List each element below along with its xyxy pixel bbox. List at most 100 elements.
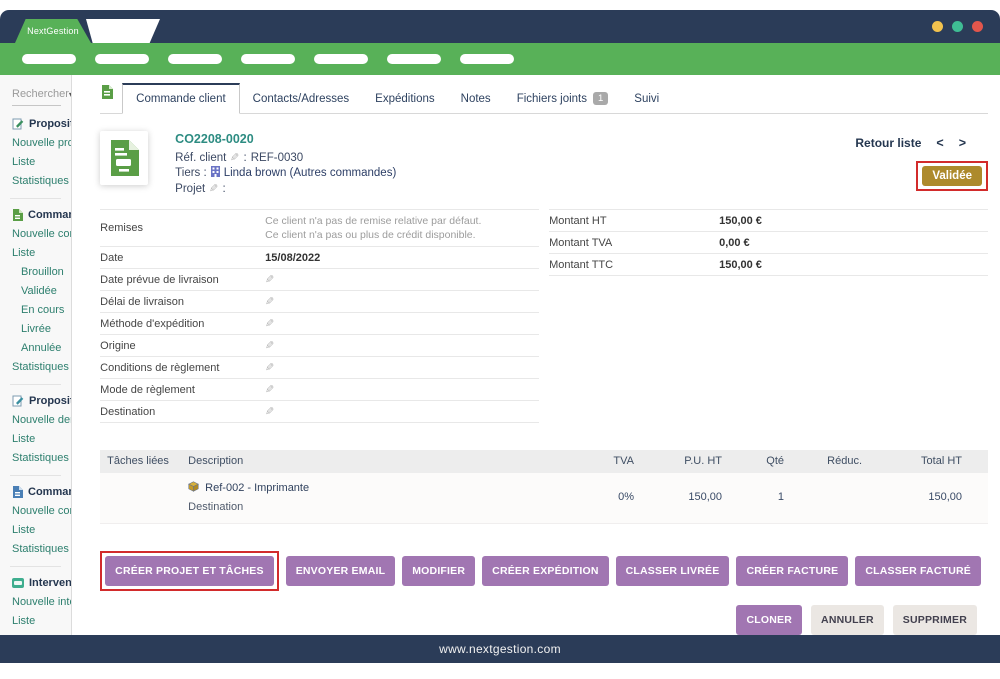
- sidebar-section-commandes[interactable]: Commandes: [0, 199, 71, 225]
- close-dot[interactable]: [972, 21, 983, 32]
- tab-bar: Commande client Contacts/Adresses Expédi…: [100, 75, 988, 114]
- sidebar-item[interactable]: Liste: [0, 244, 71, 263]
- remises-hint: Ce client n'a pas de remise relative par…: [265, 214, 481, 242]
- top-bar: NextGestion: [0, 10, 1000, 43]
- montant-ht-value: 150,00 €: [719, 215, 762, 227]
- supprimer-button[interactable]: SUPPRIMER: [893, 605, 977, 635]
- menu-item-pill[interactable]: [460, 54, 514, 64]
- list-navigation: Retour liste < >: [855, 136, 966, 150]
- edit-icon[interactable]: ✎: [265, 339, 274, 352]
- modifier-button[interactable]: MODIFIER: [402, 556, 475, 586]
- maximize-dot[interactable]: [952, 21, 963, 32]
- sidebar-item[interactable]: Nouvelle commande: [0, 225, 71, 244]
- tab-fichiers-joints[interactable]: Fichiers joints 1: [504, 84, 622, 113]
- sidebar-item[interactable]: Statistiques: [0, 358, 71, 377]
- amount-row: Montant TTC 150,00 €: [549, 254, 988, 276]
- annuler-button[interactable]: ANNULER: [811, 605, 884, 635]
- sidebar-item[interactable]: Liste: [0, 612, 71, 631]
- sidebar-item[interactable]: Brouillon: [0, 263, 71, 282]
- amount-row: Montant TVA 0,00 €: [549, 232, 988, 254]
- logo-tab[interactable]: NextGestion: [15, 19, 91, 43]
- retour-liste-link[interactable]: Retour liste: [855, 136, 921, 150]
- creer-facture-button[interactable]: CRÉER FACTURE: [736, 556, 848, 586]
- tab-contacts-adresses[interactable]: Contacts/Adresses: [240, 85, 363, 113]
- product-link[interactable]: Ref-002 - Imprimante: [188, 481, 572, 495]
- secondary-nav-tab[interactable]: [86, 19, 160, 43]
- footer-url[interactable]: www.nextgestion.com: [439, 642, 561, 656]
- sidebar-item[interactable]: Statistiques: [0, 172, 71, 191]
- amount-row: Montant HT 150,00 €: [549, 210, 988, 232]
- minimize-dot[interactable]: [932, 21, 943, 32]
- tab-expeditions[interactable]: Expéditions: [362, 85, 447, 113]
- tab-commande-client[interactable]: Commande client: [122, 83, 239, 114]
- sidebar-item[interactable]: Statistiques: [0, 540, 71, 559]
- edit-icon[interactable]: ✎: [265, 317, 274, 330]
- sidebar-item[interactable]: En cours: [0, 301, 71, 320]
- edit-icon[interactable]: ✎: [265, 405, 274, 418]
- classer-facture-button[interactable]: CLASSER FACTURÉ: [855, 556, 981, 586]
- sidebar-item[interactable]: Nouvelle intervention: [0, 593, 71, 612]
- order-details: Remises Ce client n'a pas de remise rela…: [100, 209, 988, 423]
- field-row-editable: Origine ✎: [100, 335, 539, 357]
- logo-text: NextGestion: [27, 26, 79, 36]
- edit-icon[interactable]: ✎: [265, 273, 274, 286]
- search-placeholder: Rechercher: [12, 88, 69, 100]
- field-row-editable: Destination ✎: [100, 401, 539, 423]
- previous-record-icon[interactable]: <: [936, 136, 943, 150]
- sidebar-item[interactable]: Livrée: [0, 320, 71, 339]
- tab-suivi[interactable]: Suivi: [621, 85, 672, 113]
- sidebar-section-propositions[interactable]: Propositions comme...: [0, 108, 71, 134]
- menu-item-pill[interactable]: [387, 54, 441, 64]
- montant-ttc-value: 150,00 €: [719, 259, 762, 271]
- third-party-link[interactable]: Linda brown (Autres commandes): [224, 167, 397, 179]
- montant-tva-value: 0,00 €: [719, 237, 750, 249]
- sidebar-item[interactable]: Nouvelle demande de prix: [0, 411, 71, 430]
- sidebar-section-commandes-fournisseurs[interactable]: Commandes fournis...: [0, 476, 71, 502]
- table-header: Tâches liées Description TVA P.U. HT Qté…: [100, 450, 988, 473]
- sidebar-section-interventions[interactable]: Interventions: [0, 567, 71, 593]
- next-record-icon[interactable]: >: [959, 136, 966, 150]
- edit-icon[interactable]: ✎: [265, 383, 274, 396]
- classer-livree-button[interactable]: CLASSER LIVRÉE: [616, 556, 730, 586]
- left-sidebar: Rechercher ▾ Propositions comme... Nouve…: [0, 75, 72, 635]
- annotation-highlight-box: Validée: [916, 161, 988, 191]
- edit-icon[interactable]: ✎: [265, 295, 274, 308]
- line-qty: 1: [722, 491, 784, 503]
- creer-expedition-button[interactable]: CRÉER EXPÉDITION: [482, 556, 608, 586]
- search-select[interactable]: Rechercher ▾: [12, 88, 61, 106]
- creer-projet-et-taches-button[interactable]: CRÉER PROJET ET TÂCHES: [105, 556, 274, 586]
- sidebar-item[interactable]: Liste: [0, 430, 71, 449]
- menu-item-pill[interactable]: [168, 54, 222, 64]
- window-controls: [932, 21, 983, 32]
- menu-item-pill[interactable]: [95, 54, 149, 64]
- menu-item-pill[interactable]: [22, 54, 76, 64]
- menu-item-pill[interactable]: [241, 54, 295, 64]
- sidebar-item[interactable]: Annulée: [0, 339, 71, 358]
- field-row-editable: Délai de livraison ✎: [100, 291, 539, 313]
- field-row-editable: Méthode d'expédition ✎: [100, 313, 539, 335]
- order-icon-card: [100, 131, 148, 185]
- sidebar-item[interactable]: Validée: [0, 282, 71, 301]
- content-area: Rechercher ▾ Propositions comme... Nouve…: [0, 75, 1000, 635]
- projet-line: Projet ✎ :: [175, 182, 396, 195]
- sidebar-item[interactable]: Liste: [0, 521, 71, 540]
- tab-notes[interactable]: Notes: [448, 85, 504, 113]
- menu-item-pill[interactable]: [314, 54, 368, 64]
- sidebar-item[interactable]: Liste: [0, 153, 71, 172]
- edit-icon[interactable]: ✎: [265, 361, 274, 374]
- cloner-button[interactable]: CLONER: [736, 605, 802, 635]
- sidebar-item[interactable]: Nouvelle commande: [0, 502, 71, 521]
- sidebar-item[interactable]: Nouvelle proposition: [0, 134, 71, 153]
- envoyer-email-button[interactable]: ENVOYER EMAIL: [286, 556, 396, 586]
- ref-client-value: REF-0030: [251, 152, 303, 164]
- field-row-editable: Date prévue de livraison ✎: [100, 269, 539, 291]
- edit-icon[interactable]: ✎: [209, 182, 218, 195]
- product-cube-icon: [188, 481, 199, 495]
- edit-icon[interactable]: ✎: [230, 151, 239, 164]
- sidebar-item[interactable]: Statistiques: [0, 449, 71, 468]
- order-doc-icon: [12, 209, 23, 221]
- order-doc-icon: [109, 140, 139, 176]
- table-row: Ref-002 - Imprimante Destination 0% 150,…: [100, 473, 988, 524]
- sidebar-section-demandes-prix[interactable]: Propositions comme...: [0, 385, 71, 411]
- main-panel: Commande client Contacts/Adresses Expédi…: [72, 75, 1000, 635]
